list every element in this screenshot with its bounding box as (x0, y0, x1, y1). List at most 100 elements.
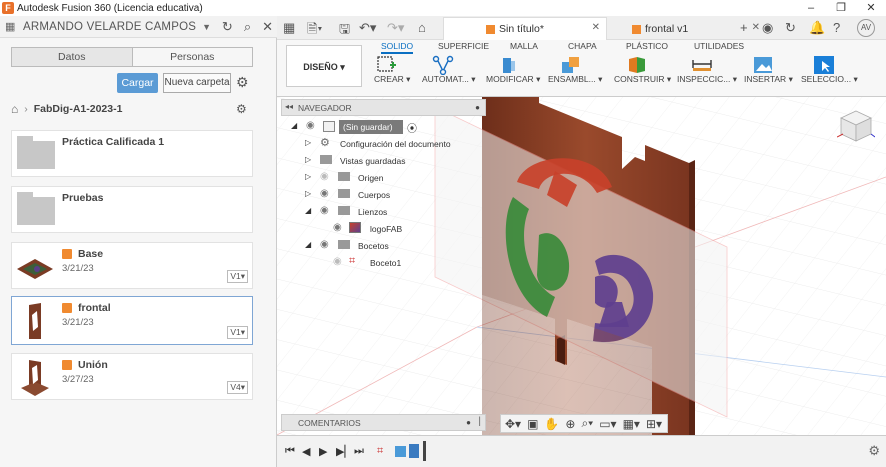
home-icon[interactable]: ⌂ (11, 102, 18, 116)
tree-row[interactable]: ◢ ◉ Bocetos (281, 238, 486, 254)
gear-icon[interactable]: ⚙ (868, 443, 880, 459)
tab-solido[interactable]: SOLIDO (381, 41, 414, 54)
close-panel-icon[interactable]: ✕ (262, 19, 273, 35)
comments-panel[interactable]: COMENTARIOS ● | (281, 414, 486, 431)
tree-row[interactable]: ◢ ◉ Lienzos (281, 204, 486, 220)
navigator-header[interactable]: ◂◂ NAVEGADOR ● (281, 99, 486, 116)
pin-icon[interactable]: ● (475, 103, 480, 112)
tab-sin-titulo[interactable]: Sin título* ✕ (443, 17, 607, 40)
group-crear[interactable]: CREAR ▾ (374, 74, 410, 85)
save-icon[interactable]: 🖫 (339, 20, 350, 42)
tab-superficie[interactable]: SUPERFICIE (438, 41, 489, 51)
eye-hidden-icon[interactable]: ◉ (333, 256, 342, 267)
close-button[interactable]: ✕ (856, 0, 886, 16)
eye-icon[interactable]: ◉ (320, 205, 329, 216)
version-badge[interactable]: V1▾ (227, 326, 248, 339)
notifications-icon[interactable]: 🔔 (809, 20, 825, 36)
tab-datos[interactable]: Datos (12, 48, 133, 66)
sketch-feature-icon[interactable]: ⌗ (377, 445, 383, 458)
collapse-arrow-icon[interactable]: ◢ (291, 121, 297, 130)
group-automatizar[interactable]: AUTOMAT... ▾ (422, 74, 476, 85)
team-hub-name[interactable]: ARMANDO VELARDE CAMPOS (23, 21, 196, 33)
group-inspeccionar[interactable]: INSPECCIC... ▾ (677, 74, 737, 85)
version-badge[interactable]: V1▾ (227, 270, 248, 283)
expand-arrow-icon[interactable]: ▷ (305, 172, 311, 181)
display-settings-icon[interactable]: ▭▾ (599, 417, 616, 431)
search-icon[interactable]: ⌕ (244, 19, 251, 35)
tab-malla[interactable]: MALLA (510, 41, 538, 51)
tab-plastico[interactable]: PLÁSTICO (626, 41, 668, 51)
collapse-arrow-icon[interactable]: ◢ (305, 206, 311, 215)
tab-chapa[interactable]: CHAPA (568, 41, 597, 51)
project-name[interactable]: FabDig-A1-2023-1 (34, 103, 123, 115)
step-forward-icon[interactable]: ▶▏ (336, 445, 353, 458)
collapse-panel-icon[interactable]: ◂◂ (285, 102, 293, 111)
share-settings-icon[interactable]: ⚙ (236, 102, 247, 116)
minimize-button[interactable]: – (796, 0, 826, 16)
list-item[interactable]: Práctica Calificada 1 (11, 130, 253, 177)
group-construir[interactable]: CONSTRUIR ▾ (614, 74, 671, 85)
apps-grid-icon[interactable]: ▦ (283, 20, 295, 36)
user-avatar[interactable]: AV (857, 19, 875, 37)
orbit-icon[interactable]: ✥▾ (505, 417, 521, 431)
viewports-icon[interactable]: ⊞▾ (646, 417, 662, 431)
tree-row[interactable]: ▷ ◉ Origen (281, 170, 486, 186)
grid-settings-icon[interactable]: ▦▾ (623, 417, 640, 431)
activate-radio-icon[interactable]: ⦿ (407, 120, 417, 135)
list-item[interactable]: Base 3/21/23 V1▾ (11, 242, 253, 289)
eye-icon[interactable]: ◉ (333, 222, 342, 233)
divider-handle-icon[interactable]: | (478, 416, 481, 427)
inspect-icon[interactable] (691, 55, 713, 75)
refresh-icon[interactable]: ↻ (222, 19, 233, 35)
list-item[interactable]: frontal 3/21/23 V1▾ (11, 296, 253, 345)
create-sketch-icon[interactable] (376, 55, 398, 75)
undo-icon[interactable]: ↶▾ (359, 20, 376, 36)
construct-icon[interactable] (626, 55, 648, 75)
canvas-feature-icon[interactable] (395, 446, 406, 457)
automate-icon[interactable] (432, 55, 454, 75)
viewcube[interactable] (837, 107, 875, 147)
version-badge[interactable]: V4▾ (227, 381, 248, 394)
group-modificar[interactable]: MODIFICAR ▾ (486, 74, 540, 85)
eye-hidden-icon[interactable]: ◉ (320, 171, 329, 182)
collapse-arrow-icon[interactable]: ◢ (305, 240, 311, 249)
gear-icon[interactable]: ⚙ (236, 74, 249, 91)
assemble-icon[interactable] (560, 55, 582, 75)
upload-button[interactable]: Cargar (117, 73, 158, 93)
add-comment-icon[interactable]: ● (466, 418, 471, 427)
list-item[interactable]: Unión 3/27/23 V4▾ (11, 353, 253, 400)
insert-image-icon[interactable] (752, 55, 774, 75)
list-item[interactable]: Pruebas (11, 186, 253, 233)
new-folder-button[interactable]: Nueva carpeta (163, 73, 231, 93)
help-icon[interactable]: ? (833, 20, 840, 35)
group-seleccionar[interactable]: SELECCIO... ▾ (801, 74, 858, 85)
workspace-switcher[interactable]: DISEÑO ▾ (286, 45, 362, 87)
timeline-marker[interactable] (423, 441, 426, 461)
tree-row-root[interactable]: ◢ ◉ (Sin guardar) ⦿ (281, 119, 486, 135)
tab-utilidades[interactable]: UTILIDADES (694, 41, 744, 51)
tab-frontal[interactable]: frontal v1 ✕ (620, 19, 760, 40)
close-tab-icon[interactable]: ✕ (752, 22, 760, 33)
expand-arrow-icon[interactable]: ▷ (305, 189, 311, 198)
fit-icon[interactable]: ⌕▾ (581, 416, 593, 431)
modify-icon[interactable] (497, 55, 519, 75)
eye-icon[interactable]: ◉ (320, 239, 329, 250)
go-to-start-icon[interactable]: ⏮ (285, 445, 295, 458)
job-status-icon[interactable]: ↻ (785, 20, 796, 36)
group-ensamblar[interactable]: ENSAMBL... ▾ (548, 74, 602, 85)
tab-personas[interactable]: Personas (133, 48, 253, 66)
tree-row[interactable]: ▷ Vistas guardadas (281, 153, 486, 169)
look-at-icon[interactable]: ▣ (527, 417, 538, 431)
body-feature-icon[interactable] (409, 444, 419, 458)
chevron-down-icon[interactable]: ▼ (202, 22, 211, 32)
eye-icon[interactable]: ◉ (320, 188, 329, 199)
tree-row[interactable]: ▷ ⚙ Configuración del documento (281, 136, 486, 152)
go-to-end-icon[interactable]: ⏭ (354, 445, 364, 458)
group-insertar[interactable]: INSERTAR ▾ (744, 74, 793, 85)
expand-arrow-icon[interactable]: ▷ (305, 155, 311, 164)
eye-icon[interactable]: ◉ (306, 120, 315, 131)
file-menu-icon[interactable]: 🗎▾ (307, 20, 322, 42)
root-component-name[interactable]: (Sin guardar) (339, 120, 403, 134)
tree-row[interactable]: ▷ ◉ Cuerpos (281, 187, 486, 203)
zoom-icon[interactable]: ⊕ (565, 417, 575, 431)
